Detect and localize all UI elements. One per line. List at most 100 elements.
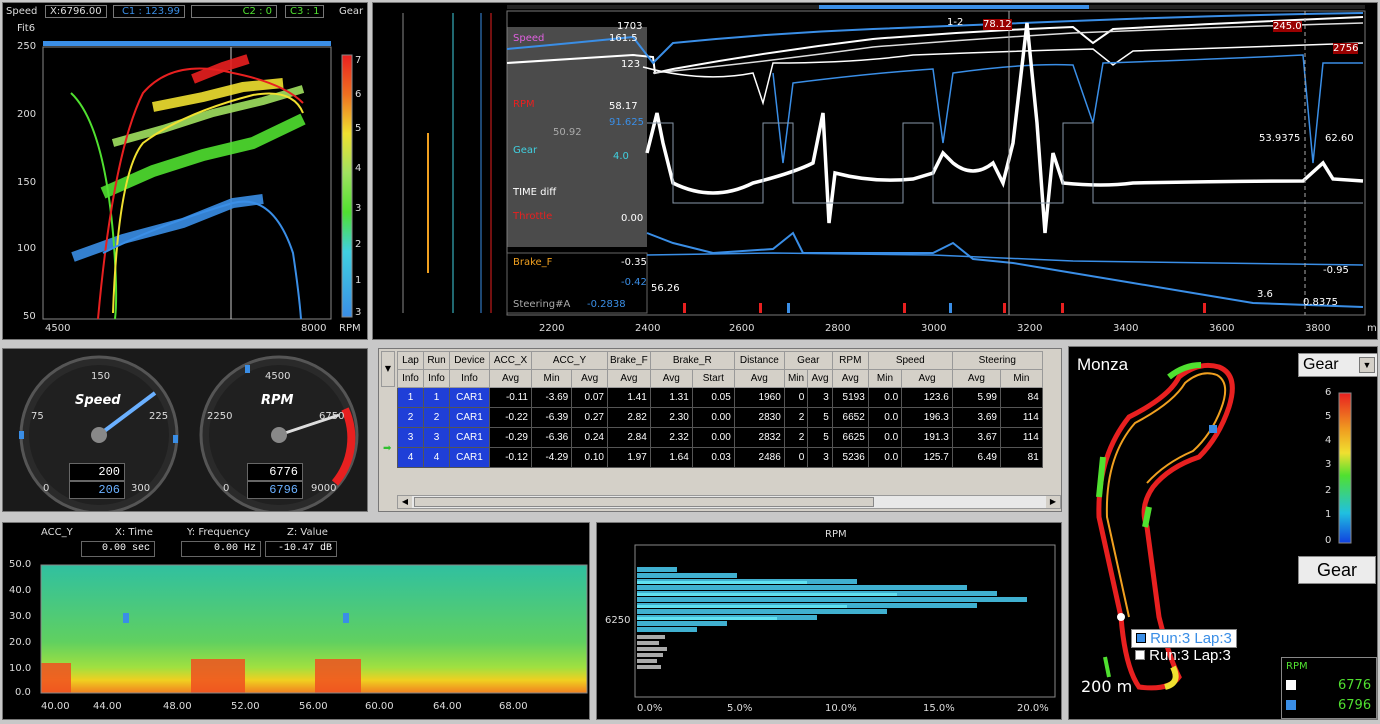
rpm-mini-panel: RPM 6776 6796	[1281, 657, 1377, 719]
table-row[interactable]: 2 2 CAR1 -0.22 -6.39 0.27 2.82 2.30 0.00 2830 2 5 66…	[397, 407, 1043, 428]
table-cell[interactable]: 6652	[831, 407, 869, 428]
table-cell[interactable]: 2.82	[607, 407, 651, 428]
table-cell[interactable]: 125.7	[901, 447, 953, 468]
table-cell[interactable]: 1960	[733, 387, 785, 408]
table-cell[interactable]: 191.3	[901, 427, 953, 448]
table-cell[interactable]: 114	[999, 407, 1043, 428]
table-cell[interactable]: 0	[783, 447, 809, 468]
table-cell[interactable]: 114	[999, 427, 1043, 448]
table-cell[interactable]: 1.97	[607, 447, 651, 468]
run-lap-tag-1[interactable]: Run:3 Lap:3	[1131, 629, 1237, 648]
table-cell[interactable]: 1.31	[649, 387, 693, 408]
table-cell[interactable]: 2.30	[649, 407, 693, 428]
table-cell[interactable]: CAR1	[449, 427, 490, 448]
col-header[interactable]: Distance	[733, 351, 785, 370]
col-header[interactable]: Device	[449, 351, 490, 370]
table-cell[interactable]: 1	[397, 387, 424, 408]
table-row[interactable]: 3 3 CAR1 -0.29 -6.36 0.24 2.84 2.32 0.00 2832 2 5 66…	[397, 427, 1043, 448]
scroll-thumb[interactable]	[414, 497, 874, 507]
table-cell[interactable]: -6.36	[530, 427, 573, 448]
table-cell[interactable]: CAR1	[449, 447, 490, 468]
table-cell[interactable]: 3	[423, 427, 450, 448]
table-cell[interactable]: -0.29	[489, 427, 532, 448]
table-cell[interactable]: 0.03	[691, 447, 735, 468]
col-header[interactable]: Speed	[867, 351, 953, 370]
table-cell[interactable]: 1	[423, 387, 450, 408]
spectrogram-plot[interactable]	[3, 523, 590, 720]
table-cell[interactable]: 5	[807, 407, 833, 428]
col-header[interactable]: ACC_X	[489, 351, 532, 370]
table-cell[interactable]: CAR1	[449, 387, 490, 408]
table-cell[interactable]: 6625	[831, 427, 869, 448]
table-cell[interactable]: 3	[397, 427, 424, 448]
table-cell[interactable]: 0.0	[867, 387, 903, 408]
table-cell[interactable]: 2	[423, 407, 450, 428]
table-cell[interactable]: 0.07	[571, 387, 608, 408]
table-cell[interactable]: 2	[783, 407, 809, 428]
table-cell[interactable]: 4	[397, 447, 424, 468]
table-cell[interactable]: 4	[423, 447, 450, 468]
run-lap-tag-2[interactable]: Run:3 Lap:3	[1131, 647, 1235, 664]
table-cell[interactable]: 0	[783, 387, 809, 408]
table-cell[interactable]: 0.0	[867, 407, 903, 428]
table-cell[interactable]: 5	[807, 427, 833, 448]
table-cell[interactable]: 3.69	[951, 407, 1001, 428]
table-cell[interactable]: 0.00	[691, 427, 735, 448]
table-cell[interactable]: 5193	[831, 387, 869, 408]
col-header[interactable]: Brake_F	[607, 351, 651, 370]
table-cell[interactable]: 1.41	[607, 387, 651, 408]
table-row[interactable]: 4 4 CAR1 -0.12 -4.29 0.10 1.97 1.64 0.03 2486 0 3 52…	[397, 447, 1043, 468]
table-cell[interactable]: 123.6	[901, 387, 953, 408]
col-header[interactable]: Steering	[951, 351, 1043, 370]
table-cell[interactable]: 0.0	[867, 427, 903, 448]
table-cell[interactable]: 81	[999, 447, 1043, 468]
table-cell[interactable]: -6.39	[530, 407, 573, 428]
horizontal-scrollbar[interactable]: ◀ ▶	[397, 495, 1061, 509]
table-cell[interactable]: -0.11	[489, 387, 532, 408]
table-cell[interactable]: 0.27	[571, 407, 608, 428]
x-tick: 56.00	[299, 701, 328, 712]
table-cell[interactable]: 2	[783, 427, 809, 448]
table-corner-dropdown[interactable]: ▼	[381, 351, 395, 387]
table-cell[interactable]: 2	[397, 407, 424, 428]
rpm-histogram[interactable]	[597, 523, 1062, 720]
table-cell[interactable]: 3	[807, 387, 833, 408]
table-cell[interactable]: 0.10	[571, 447, 608, 468]
table-cell[interactable]: 2.84	[607, 427, 651, 448]
col-header[interactable]: Lap	[397, 351, 424, 370]
table-cell[interactable]: 2832	[733, 427, 785, 448]
table-cell[interactable]: 3.67	[951, 427, 1001, 448]
chevron-down-icon[interactable]: ▼	[1359, 357, 1375, 373]
table-cell[interactable]: 0.0	[867, 447, 903, 468]
table-cell[interactable]: 6.49	[951, 447, 1001, 468]
gear-channel-select[interactable]: Gear ▼	[1298, 353, 1377, 377]
scatter-plot[interactable]	[3, 3, 368, 340]
table-cell[interactable]: 1.64	[649, 447, 693, 468]
col-header[interactable]: Run	[423, 351, 450, 370]
col-header[interactable]: Brake_R	[649, 351, 735, 370]
table-cell[interactable]: 3	[807, 447, 833, 468]
scroll-left-arrow[interactable]: ◀	[398, 496, 412, 508]
table-cell[interactable]: 2486	[733, 447, 785, 468]
table-cell[interactable]: -0.12	[489, 447, 532, 468]
table-cell[interactable]: -3.69	[530, 387, 573, 408]
table-cell[interactable]: 0.05	[691, 387, 735, 408]
table-cell[interactable]: 0.24	[571, 427, 608, 448]
col-header[interactable]: RPM	[831, 351, 869, 370]
table-cell[interactable]: 5.99	[951, 387, 1001, 408]
table-cell[interactable]: 84	[999, 387, 1043, 408]
table-cell[interactable]: 2830	[733, 407, 785, 428]
table-cell[interactable]: 0.00	[691, 407, 735, 428]
table-cell[interactable]: -4.29	[530, 447, 573, 468]
table-cell[interactable]: 196.3	[901, 407, 953, 428]
col-header[interactable]: Gear	[783, 351, 833, 370]
table-cell[interactable]: CAR1	[449, 407, 490, 428]
gear-button[interactable]: Gear	[1298, 556, 1376, 584]
table-row[interactable]: 1 1 CAR1 -0.11 -3.69 0.07 1.41 1.31 0.05 1960 0 3 51…	[397, 387, 1043, 408]
scroll-right-arrow[interactable]: ▶	[1046, 496, 1060, 508]
table-cell[interactable]: -0.22	[489, 407, 532, 428]
table-cell[interactable]: 5236	[831, 447, 869, 468]
col-header[interactable]: ACC_Y	[531, 351, 608, 370]
time-distance-plot[interactable]	[373, 3, 1378, 340]
table-cell[interactable]: 2.32	[649, 427, 693, 448]
